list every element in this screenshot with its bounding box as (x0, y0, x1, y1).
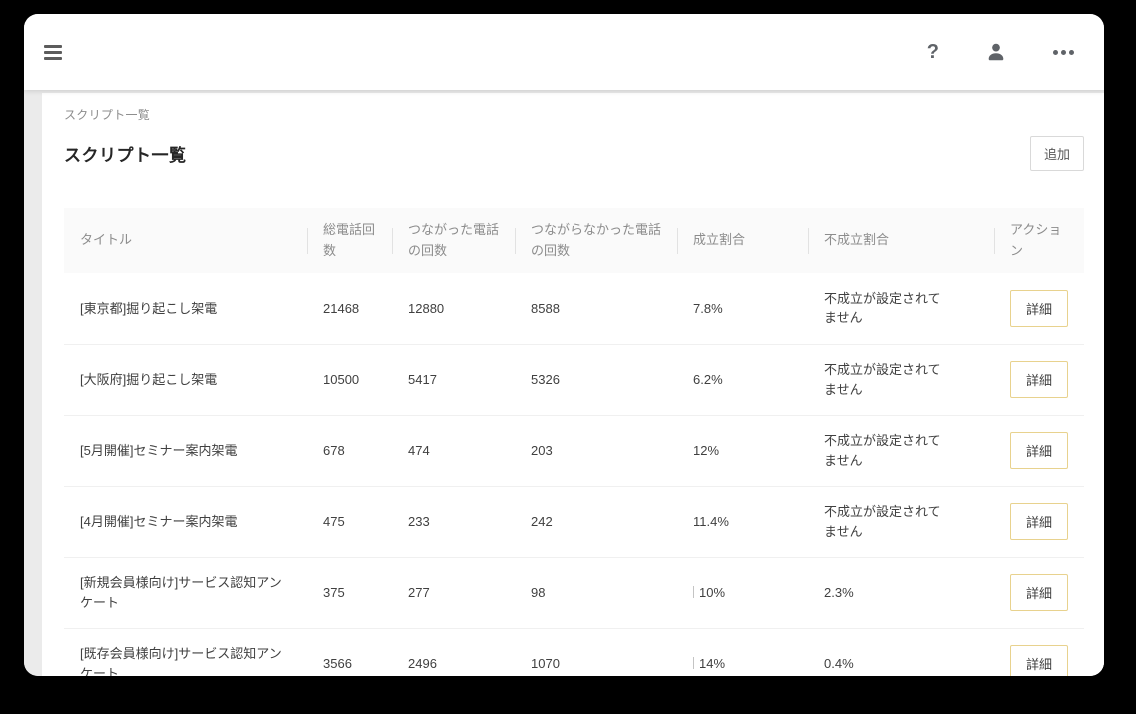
cell-success-rate: 12% (677, 415, 808, 486)
cell-action: 詳細 (994, 486, 1084, 557)
cursor-tick (693, 657, 694, 669)
cell-total-calls: 10500 (307, 344, 392, 415)
cell-connected-calls: 233 (392, 486, 515, 557)
cell-connected-calls: 474 (392, 415, 515, 486)
table-body: [東京都]掘り起こし架電 21468 12880 8588 7.8% 不成立が設… (64, 273, 1084, 676)
add-button[interactable]: 追加 (1030, 136, 1084, 171)
content-area: スクリプト一覧 スクリプト一覧 追加 タイトル 総電話回数 つながった電話の回数… (24, 93, 1104, 676)
table-row: [5月開催]セミナー案内架電 678 474 203 12% 不成立が設定されて… (64, 415, 1084, 486)
cell-connected-calls: 5417 (392, 344, 515, 415)
cell-title: [5月開催]セミナー案内架電 (64, 415, 307, 486)
table-row: [新規会員様向け]サービス認知アンケート 375 277 98 10% 2.3%… (64, 557, 1084, 628)
cell-total-calls: 475 (307, 486, 392, 557)
cell-failure-rate: 不成立が設定されてません (808, 415, 994, 486)
detail-button[interactable]: 詳細 (1010, 432, 1068, 469)
cell-unconnected-calls: 203 (515, 415, 677, 486)
cell-success-rate: 11.4% (677, 486, 808, 557)
cell-total-calls: 678 (307, 415, 392, 486)
cell-title: [大阪府]掘り起こし架電 (64, 344, 307, 415)
cell-unconnected-calls: 1070 (515, 628, 677, 676)
cell-success-rate: 14% (677, 628, 808, 676)
cell-unconnected-calls: 98 (515, 557, 677, 628)
col-header-failure-rate: 不成立割合 (808, 208, 994, 273)
detail-button[interactable]: 詳細 (1010, 503, 1068, 540)
col-header-title: タイトル (64, 208, 307, 273)
user-icon[interactable] (985, 41, 1007, 63)
table-row: [4月開催]セミナー案内架電 475 233 242 11.4% 不成立が設定さ… (64, 486, 1084, 557)
cell-connected-calls: 277 (392, 557, 515, 628)
col-header-total-calls: 総電話回数 (307, 208, 392, 273)
main-panel: スクリプト一覧 スクリプト一覧 追加 タイトル 総電話回数 つながった電話の回数… (42, 93, 1104, 676)
top-bar: ? (24, 14, 1104, 90)
script-table: タイトル 総電話回数 つながった電話の回数 つながらなかった電話の回数 成立割合… (64, 208, 1084, 676)
cell-title: [東京都]掘り起こし架電 (64, 273, 307, 344)
cell-title: [既存会員様向け]サービス認知アンケート (64, 628, 307, 676)
cell-action: 詳細 (994, 628, 1084, 676)
cell-failure-rate: 不成立が設定されてません (808, 273, 994, 344)
cell-title: [4月開催]セミナー案内架電 (64, 486, 307, 557)
cell-action: 詳細 (994, 415, 1084, 486)
table-row: [大阪府]掘り起こし架電 10500 5417 5326 6.2% 不成立が設定… (64, 344, 1084, 415)
col-header-connected-calls: つながった電話の回数 (392, 208, 515, 273)
cell-total-calls: 375 (307, 557, 392, 628)
cell-connected-calls: 2496 (392, 628, 515, 676)
cell-connected-calls: 12880 (392, 273, 515, 344)
page-title: スクリプト一覧 (64, 141, 187, 166)
cell-title: [新規会員様向け]サービス認知アンケート (64, 557, 307, 628)
cell-failure-rate: 0.4% (808, 628, 994, 676)
cell-total-calls: 21468 (307, 273, 392, 344)
help-icon[interactable]: ? (927, 41, 939, 64)
detail-button[interactable]: 詳細 (1010, 361, 1068, 398)
more-icon[interactable] (1053, 50, 1074, 55)
col-header-action: アクション (994, 208, 1084, 273)
table-header-row: タイトル 総電話回数 つながった電話の回数 つながらなかった電話の回数 成立割合… (64, 208, 1084, 273)
cell-success-rate: 10% (677, 557, 808, 628)
cell-unconnected-calls: 5326 (515, 344, 677, 415)
cell-success-rate: 7.8% (677, 273, 808, 344)
cell-failure-rate: 不成立が設定されてません (808, 486, 994, 557)
detail-button[interactable]: 詳細 (1010, 290, 1068, 327)
cell-failure-rate: 2.3% (808, 557, 994, 628)
cell-success-rate: 6.2% (677, 344, 808, 415)
cell-failure-rate: 不成立が設定されてません (808, 344, 994, 415)
col-header-unconnected-calls: つながらなかった電話の回数 (515, 208, 677, 273)
table-row: [既存会員様向け]サービス認知アンケート 3566 2496 1070 14% … (64, 628, 1084, 676)
cell-action: 詳細 (994, 344, 1084, 415)
cell-unconnected-calls: 8588 (515, 273, 677, 344)
detail-button[interactable]: 詳細 (1010, 574, 1068, 611)
app-window: ? スクリプト一覧 スクリプト一覧 追加 (24, 14, 1104, 676)
cell-action: 詳細 (994, 557, 1084, 628)
menu-icon[interactable] (42, 38, 64, 67)
cell-total-calls: 3566 (307, 628, 392, 676)
breadcrumb[interactable]: スクリプト一覧 (64, 106, 1084, 123)
cell-action: 詳細 (994, 273, 1084, 344)
table-row: [東京都]掘り起こし架電 21468 12880 8588 7.8% 不成立が設… (64, 273, 1084, 344)
cell-unconnected-calls: 242 (515, 486, 677, 557)
detail-button[interactable]: 詳細 (1010, 645, 1068, 676)
cursor-tick (693, 586, 694, 598)
col-header-success-rate: 成立割合 (677, 208, 808, 273)
